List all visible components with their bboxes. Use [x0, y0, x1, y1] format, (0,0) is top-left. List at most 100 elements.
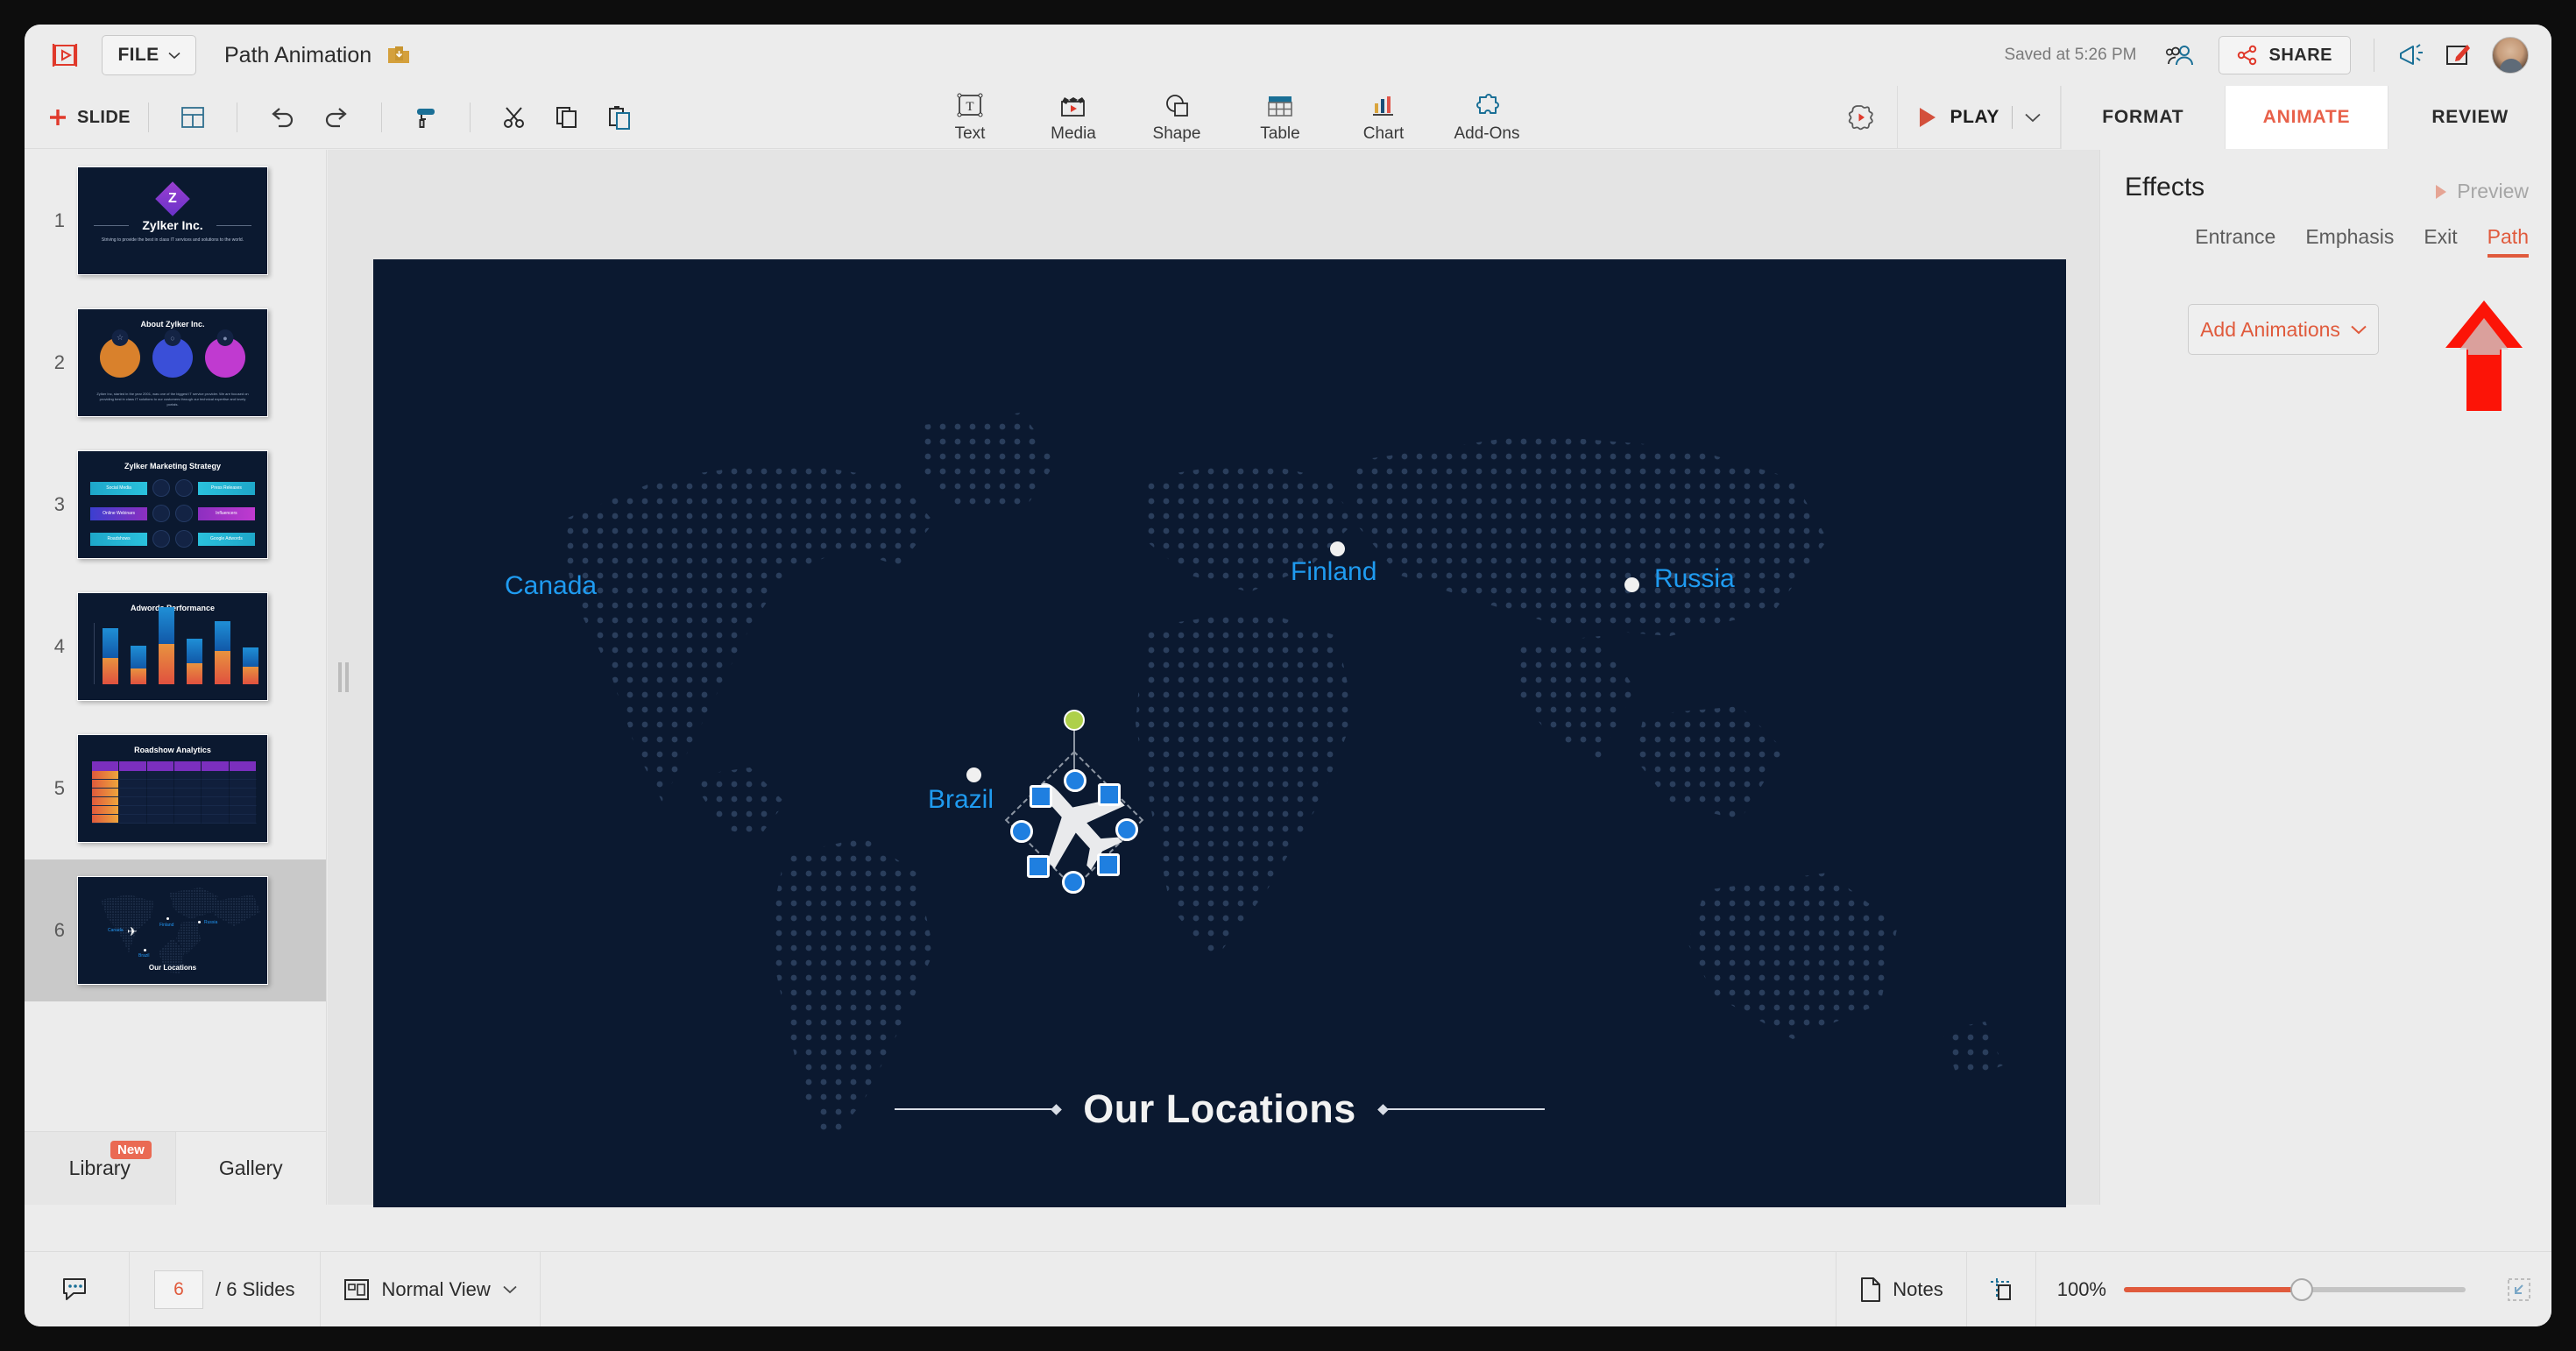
resize-handle-se[interactable] [1097, 853, 1120, 876]
status-bar: 6 / 6 Slides Normal View Notes 100% [25, 1251, 2551, 1326]
map-label-finland: Finland [1291, 557, 1377, 586]
animate-panel: Effects Preview Entrance Emphasis Exit P… [2099, 150, 2551, 1205]
tab-gallery[interactable]: Gallery [175, 1132, 327, 1205]
redo-icon[interactable] [323, 105, 350, 130]
toolbar-right-group: PLAY FORMAT ANIMATE REVIEW [1825, 86, 2551, 149]
notes-button[interactable]: Notes [1836, 1251, 1965, 1326]
fit-to-screen-icon[interactable] [2487, 1252, 2551, 1327]
effect-category-tabs: Entrance Emphasis Exit Path [2125, 225, 2530, 258]
view-mode-selector[interactable]: Normal View [321, 1251, 541, 1326]
slide-thumbnail-list[interactable]: 1 Z Zylker Inc. Striving to provide the … [25, 150, 326, 1131]
resize-handle-w[interactable] [1010, 820, 1033, 843]
comment-icon[interactable] [25, 1251, 130, 1326]
resize-handle-nw[interactable] [1030, 785, 1052, 808]
tab-format[interactable]: FORMAT [2061, 86, 2225, 149]
thumbnail-preview[interactable]: ✈ Canada Finland Russia Brazil Our Locat… [77, 876, 268, 985]
status-bar-right: Notes 100% [1836, 1251, 2551, 1327]
copy-icon[interactable] [555, 105, 579, 130]
strategy-row: Roadshows Google Adwords [90, 530, 255, 548]
insert-addons-button[interactable]: Add-Ons [1435, 89, 1539, 145]
avatar[interactable] [2492, 37, 2529, 74]
slide-canvas[interactable]: Finland Russia Brazil Canada Our Locatio… [373, 259, 2066, 1207]
new-badge: New [110, 1141, 152, 1159]
tab-review[interactable]: REVIEW [2388, 86, 2551, 149]
scissors-icon[interactable] [502, 105, 527, 130]
panel-resize-handle[interactable] [336, 660, 350, 695]
airplane-object[interactable] [987, 710, 1162, 908]
slide-thumbnail-4[interactable]: 4 Adwords Performance [25, 576, 326, 718]
insert-text-button[interactable]: T Text [918, 89, 1022, 145]
thumb-title: Zylker Marketing Strategy [124, 462, 222, 470]
slide-number: 2 [53, 351, 65, 373]
bar [187, 639, 202, 684]
right-panel-tabs: FORMAT ANIMATE REVIEW [2061, 86, 2551, 149]
collaborators-icon[interactable] [2166, 44, 2196, 67]
thumbnail-preview[interactable]: About Zylker Inc. ☆ ○ ● Zylker Inc, star… [77, 308, 268, 417]
strategy-row: Social Media Press Releases [90, 479, 255, 497]
insert-media-label: Media [1051, 124, 1096, 143]
slide-thumbnail-3[interactable]: 3 Zylker Marketing Strategy Social Media… [25, 434, 326, 576]
preview-button[interactable]: Preview [2434, 180, 2529, 203]
notes-page-icon [1861, 1277, 1881, 1302]
slide-thumbnail-1[interactable]: 1 Z Zylker Inc. Striving to provide the … [25, 150, 326, 292]
undo-icon[interactable] [269, 105, 295, 130]
insert-table-button[interactable]: Table [1228, 89, 1332, 145]
thumbnail-preview[interactable]: Adwords Performance [77, 592, 268, 701]
folder-move-icon[interactable] [387, 45, 410, 66]
thumb-title: Roadshow Analytics [134, 746, 211, 754]
thumbnail-preview[interactable]: Roadshow Analytics [77, 734, 268, 843]
tab-library[interactable]: Library New [25, 1132, 176, 1205]
resize-handle-sw[interactable] [1027, 855, 1050, 878]
slide-thumbnail-5[interactable]: 5 Roadshow Analytics [25, 718, 326, 859]
thumbnail-preview[interactable]: Zylker Marketing Strategy Social Media P… [77, 450, 268, 559]
insert-chart-button[interactable]: Chart [1332, 89, 1435, 145]
effect-tab-exit[interactable]: Exit [2424, 225, 2457, 258]
zoom-level-label: 100% [2056, 1277, 2106, 1300]
slide-layout-icon[interactable] [180, 106, 205, 129]
airplane-icon: ✈ [127, 924, 138, 938]
zoom-slider[interactable] [2124, 1277, 2466, 1301]
resize-handle-n[interactable] [1064, 769, 1086, 792]
application-window: FILE Path Animation Saved at 5:26 PM SHA… [25, 25, 2551, 1326]
format-painter-icon[interactable] [414, 105, 438, 130]
insert-media-button[interactable]: Media [1022, 89, 1125, 145]
tab-animate[interactable]: ANIMATE [2224, 86, 2388, 149]
slide-thumbnail-6[interactable]: 6 ✈ Canada Finland Russia Brazil Our Loc… [25, 859, 326, 1001]
map-label-brazil: Brazil [928, 785, 994, 814]
document-title[interactable]: Path Animation [224, 43, 372, 68]
share-button[interactable]: SHARE [2219, 36, 2351, 74]
table-row [92, 815, 257, 824]
slide-thumbnail-panel: 1 Z Zylker Inc. Striving to provide the … [25, 150, 327, 1205]
add-slide-button[interactable]: SLIDE [47, 107, 131, 128]
thumbnail-preview[interactable]: Z Zylker Inc. Striving to provide the be… [77, 166, 268, 275]
effect-tab-path[interactable]: Path [2487, 225, 2530, 258]
megaphone-icon[interactable] [2397, 43, 2424, 67]
circle-item: ☆ [100, 329, 140, 378]
zoom-slider-knob[interactable] [2289, 1277, 2313, 1301]
zoom-slider-fill [2124, 1286, 2302, 1292]
resize-handle-ne[interactable] [1098, 783, 1121, 806]
paste-icon[interactable] [607, 105, 632, 130]
insert-table-label: Table [1260, 124, 1300, 143]
presentation-logo-icon[interactable] [47, 38, 82, 73]
file-menu-button[interactable]: FILE [102, 35, 196, 75]
bar [215, 621, 230, 684]
gear-icon[interactable] [1825, 104, 1897, 131]
slide-thumbnail-2[interactable]: 2 About Zylker Inc. ☆ ○ ● Zylker Inc, st… [25, 292, 326, 434]
add-animations-button[interactable]: Add Animations [2188, 304, 2379, 355]
slide-number: 3 [53, 493, 65, 515]
map-dot-brazil [966, 767, 981, 782]
edit-note-icon[interactable] [2445, 43, 2471, 67]
puzzle-piece-icon [1476, 93, 1499, 114]
map-label-brazil: Brazil [138, 953, 150, 958]
insert-shape-button[interactable]: Shape [1125, 89, 1228, 145]
play-button[interactable]: PLAY [1896, 86, 2061, 149]
resize-handle-s[interactable] [1062, 871, 1085, 894]
effect-tab-emphasis[interactable]: Emphasis [2305, 225, 2394, 258]
current-slide-input[interactable]: 6 [154, 1270, 203, 1309]
rotation-handle[interactable] [1064, 710, 1085, 731]
effect-tab-entrance[interactable]: Entrance [2195, 225, 2275, 258]
insert-tools-group: T Text Media Shape Table Chart Add-Ons [918, 89, 1539, 145]
snap-grid-icon[interactable] [1965, 1251, 2035, 1326]
resize-handle-e[interactable] [1115, 818, 1138, 841]
